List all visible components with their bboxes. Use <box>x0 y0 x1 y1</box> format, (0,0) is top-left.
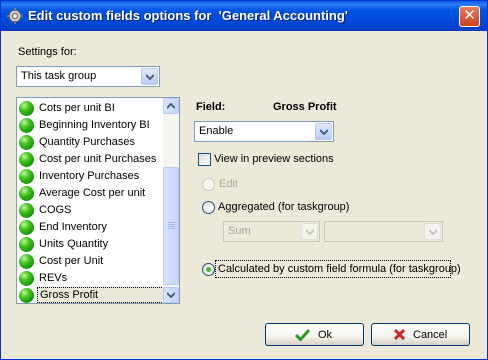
aggregated-radio[interactable] <box>202 201 215 214</box>
view-in-preview-checkbox[interactable] <box>198 153 211 166</box>
list-item[interactable]: Cost per Unit <box>17 253 165 270</box>
list-item[interactable]: Average Cost per unit <box>17 185 165 202</box>
ok-button[interactable]: Ok <box>265 323 364 346</box>
aggregate-function-value: Sum <box>228 225 251 237</box>
list-item-label: Units Quantity <box>39 238 109 250</box>
status-dot-icon <box>19 152 34 167</box>
list-item[interactable]: Cots per unit BI <box>17 100 165 117</box>
view-in-preview-label[interactable]: View in preview sections <box>214 153 334 165</box>
list-scrollbar[interactable] <box>163 98 179 303</box>
cancel-label: Cancel <box>413 329 448 341</box>
aggregated-radio-label[interactable]: Aggregated (for taskgroup) <box>218 201 349 213</box>
title-bar[interactable]: Edit custom fields options for 'General … <box>1 1 487 31</box>
checkmark-icon <box>294 328 311 344</box>
list-item-label: Cots per unit BI <box>39 102 115 114</box>
status-dot-icon <box>19 237 34 252</box>
scroll-down-button[interactable] <box>163 287 179 303</box>
close-button[interactable]: ✕ <box>459 6 480 27</box>
status-dot-icon <box>19 101 34 116</box>
custom-fields-list[interactable]: Cots per unit BI Beginning Inventory BI Qu… <box>16 97 180 304</box>
chevron-down-icon <box>167 292 175 298</box>
close-icon: ✕ <box>463 7 476 24</box>
status-dot-icon <box>19 271 34 286</box>
settings-for-label: Settings for: <box>18 46 77 58</box>
list-item-label: Cost per Unit <box>39 255 104 267</box>
status-dot-icon <box>19 169 34 184</box>
calculated-radio[interactable] <box>202 263 215 276</box>
status-dot-icon <box>19 135 34 150</box>
edit-radio[interactable] <box>202 178 215 191</box>
status-dot-icon <box>19 118 34 133</box>
list-item-label: Cost per unit Purchases <box>39 153 157 165</box>
list-item[interactable]: Gross Profit <box>17 287 165 303</box>
status-dot-icon <box>19 254 34 269</box>
list-item[interactable]: End Inventory <box>17 219 165 236</box>
chevron-down-icon[interactable] <box>301 223 318 240</box>
field-mode-value: Enable <box>199 125 234 137</box>
chevron-down-icon[interactable] <box>315 123 332 140</box>
list-item[interactable]: Beginning Inventory BI <box>17 117 165 134</box>
list-item-label: Beginning Inventory BI <box>39 119 150 131</box>
ok-label: Ok <box>318 329 333 341</box>
list-item[interactable]: Inventory Purchases <box>17 168 165 185</box>
cancel-button[interactable]: Cancel <box>371 323 470 346</box>
list-item[interactable]: Quantity Purchases <box>17 134 165 151</box>
settings-gear-icon <box>7 8 23 24</box>
status-dot-icon <box>19 203 34 218</box>
scroll-up-button[interactable] <box>163 98 179 114</box>
aggregate-target-dropdown[interactable] <box>324 221 443 242</box>
chevron-up-icon <box>167 103 175 109</box>
window-title: Edit custom fields options for 'General … <box>28 8 348 23</box>
list-item-label: Inventory Purchases <box>39 170 140 182</box>
list-item[interactable]: Units Quantity <box>17 236 165 253</box>
field-mode-dropdown[interactable]: Enable <box>194 121 334 142</box>
calculated-radio-label[interactable]: Calculated by custom field formula (for … <box>218 263 461 275</box>
edit-radio-label: Edit <box>219 178 238 190</box>
chevron-down-icon[interactable] <box>424 223 441 240</box>
cancel-x-icon <box>393 328 406 344</box>
list-item-label: Average Cost per unit <box>39 187 146 199</box>
settings-for-value: This task group <box>21 70 97 82</box>
radio-selected-indicator <box>206 267 211 272</box>
list-item[interactable]: COGS <box>17 202 165 219</box>
list-item[interactable]: REVs <box>17 270 165 287</box>
list-item-label: COGS <box>39 204 72 216</box>
dialog-window: Edit custom fields options for 'General … <box>0 0 488 360</box>
field-name: Gross Profit <box>273 101 337 113</box>
status-dot-icon <box>19 186 34 201</box>
list-item-label: End Inventory <box>39 221 107 233</box>
status-dot-icon <box>19 288 34 303</box>
chevron-down-icon[interactable] <box>141 68 158 85</box>
list-item[interactable]: Cost per unit Purchases <box>17 151 165 168</box>
aggregate-function-dropdown[interactable]: Sum <box>223 221 320 242</box>
settings-for-dropdown[interactable]: This task group <box>16 66 160 87</box>
list-item-label: REVs <box>39 272 68 284</box>
field-label: Field: <box>196 101 226 113</box>
list-item-label: Quantity Purchases <box>39 136 135 148</box>
list-item-label: Gross Profit <box>37 287 164 303</box>
status-dot-icon <box>19 220 34 235</box>
scroll-thumb[interactable] <box>163 167 179 285</box>
